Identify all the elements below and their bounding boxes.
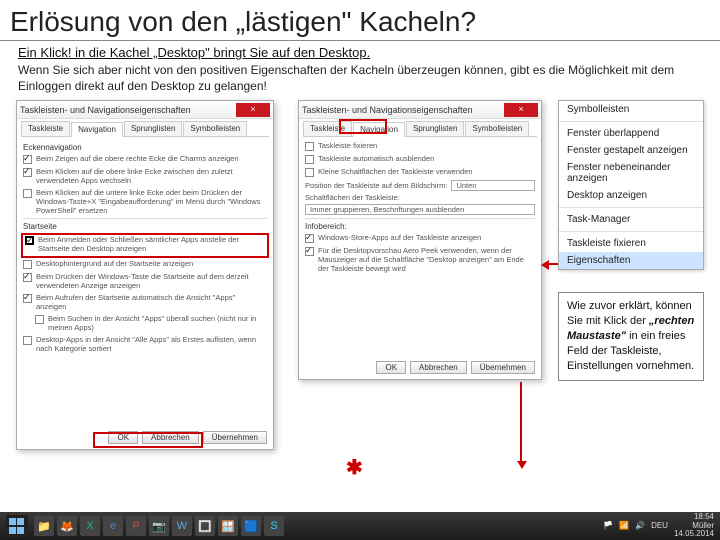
option-label: Beim Drücken der Windows-Taste die Start…: [36, 272, 267, 290]
dialog-title: Taskleisten- und Navigationseigenschafte…: [20, 105, 236, 115]
taskbar-app-icon[interactable]: 🪟: [218, 516, 238, 536]
taskbar-app-icon[interactable]: 📁: [34, 516, 54, 536]
option-label: Desktophintergrund auf der Startseite an…: [36, 259, 193, 268]
explanation-callout: Wie zuvor erklärt, können Sie mit Klick …: [558, 292, 704, 380]
taskbar-app-icon[interactable]: P: [126, 516, 146, 536]
tray-network-icon[interactable]: 📶: [619, 521, 629, 530]
apply-button[interactable]: Übernehmen: [203, 431, 267, 444]
dialog-taskbar-nav-left: Taskleisten- und Navigationseigenschafte…: [16, 100, 274, 450]
arrow-annotation: [544, 263, 558, 265]
tab-taskleiste[interactable]: Taskleiste: [21, 121, 70, 136]
menu-stacked[interactable]: Fenster gestapelt anzeigen: [559, 142, 703, 159]
tray-date: 14.05.2014: [674, 530, 714, 539]
checkbox[interactable]: [23, 155, 32, 164]
checkbox[interactable]: [23, 273, 32, 282]
checkbox[interactable]: [23, 168, 32, 177]
apply-button[interactable]: Übernehmen: [471, 361, 535, 374]
menu-symbolleisten[interactable]: Symbolleisten: [559, 101, 703, 118]
dialog-taskbar-nav-mid: Taskleisten- und Navigationseigenschafte…: [298, 100, 542, 380]
checkbox[interactable]: [23, 189, 32, 198]
slide-body-text: Wenn Sie sich aber nicht von den positiv…: [0, 60, 720, 100]
option-label: Windows-Store-Apps auf der Taskleiste an…: [318, 233, 481, 242]
tab-symbolleisten[interactable]: Symbolleisten: [465, 121, 529, 136]
option-label: Für die Desktopvorschau Aero Peek verwen…: [318, 246, 535, 273]
checkbox[interactable]: [23, 336, 32, 345]
label-position: Position der Taskleiste auf dem Bildschi…: [305, 181, 447, 190]
checkbox[interactable]: [23, 294, 32, 303]
menu-sidebyside[interactable]: Fenster nebeneinander anzeigen: [559, 159, 703, 187]
taskbar-app-icon[interactable]: X: [80, 516, 100, 536]
arrow-annotation: [520, 382, 522, 466]
ok-button[interactable]: OK: [376, 361, 406, 374]
menu-show-desktop[interactable]: Desktop anzeigen: [559, 187, 703, 204]
taskbar-app-icon[interactable]: e: [103, 516, 123, 536]
taskbar-app-icon[interactable]: 🟦: [241, 516, 261, 536]
tab-sprunglisten[interactable]: Sprunglisten: [124, 121, 182, 136]
section-corner-nav: Eckennavigation: [23, 143, 267, 152]
section-start: Startseite: [23, 222, 267, 231]
slide-title: Erlösung von den „lästigen" Kacheln?: [0, 0, 720, 41]
checkbox[interactable]: [23, 260, 32, 269]
option-label: Beim Anmelden oder Schließen sämtlicher …: [38, 235, 265, 253]
tab-sprunglisten[interactable]: Sprunglisten: [406, 121, 464, 136]
menu-taskmanager[interactable]: Task-Manager: [559, 211, 703, 228]
option-label: Kleine Schaltflächen der Taskleiste verw…: [318, 167, 473, 176]
option-label: Beim Aufrufen der Startseite automatisch…: [36, 293, 267, 311]
option-label: Taskleiste automatisch ausblenden: [318, 154, 434, 163]
dialog-title: Taskleisten- und Navigationseigenschafte…: [302, 105, 504, 115]
checkbox[interactable]: [305, 142, 314, 151]
select-group[interactable]: Immer gruppieren, Beschriftungen ausblen…: [305, 204, 535, 215]
checkbox[interactable]: [305, 234, 314, 243]
checkbox[interactable]: [35, 315, 44, 324]
checkbox-highlighted[interactable]: [25, 236, 34, 245]
tray-flag-icon[interactable]: 🏳️: [603, 521, 613, 530]
taskbar-app-icon[interactable]: S: [264, 516, 284, 536]
option-label: Taskleiste fixieren: [318, 141, 377, 150]
option-label: Beim Klicken auf die untere linke Ecke o…: [36, 188, 267, 215]
slide-subtitle: Ein Klick! in die Kachel „Desktop" bring…: [0, 45, 720, 60]
option-label: Desktop-Apps in der Ansicht "Alle Apps" …: [36, 335, 267, 353]
option-label: Beim Zeigen auf die obere rechte Ecke di…: [36, 154, 239, 163]
checkbox[interactable]: [305, 155, 314, 164]
taskbar-app-icon[interactable]: 🦊: [57, 516, 77, 536]
checkbox[interactable]: [305, 168, 314, 177]
taskbar-app-icon[interactable]: 📷: [149, 516, 169, 536]
cancel-button[interactable]: Abbrechen: [410, 361, 467, 374]
taskbar-context-menu: Symbolleisten Fenster überlappend Fenste…: [558, 100, 704, 270]
star-marker-icon: ✱: [346, 455, 363, 480]
close-icon[interactable]: ×: [236, 103, 270, 117]
select-position[interactable]: Unten: [451, 180, 535, 191]
section-info: Infobereich:: [305, 222, 535, 231]
tray-volume-icon[interactable]: 🔊: [635, 521, 645, 530]
windows-taskbar: 📁 🦊 X e P 📷 W 🔳 🪟 🟦 S 🏳️ 📶 🔊 DEU 18:54 M…: [0, 512, 720, 540]
tray-lang[interactable]: DEU: [651, 521, 668, 530]
label-group: Schaltflächen der Taskleiste:: [305, 193, 400, 202]
checkbox[interactable]: [305, 247, 314, 256]
option-label: Beim Suchen in der Ansicht "Apps" überal…: [48, 314, 267, 332]
menu-lock-taskbar[interactable]: Taskleiste fixieren: [559, 235, 703, 252]
tab-symbolleisten[interactable]: Symbolleisten: [183, 121, 247, 136]
taskbar-app-icon[interactable]: W: [172, 516, 192, 536]
tab-navigation[interactable]: Navigation: [71, 122, 123, 137]
close-icon[interactable]: ×: [504, 103, 538, 117]
menu-properties[interactable]: Eigenschaften: [559, 252, 703, 269]
taskbar-app-icon[interactable]: 🔳: [195, 516, 215, 536]
menu-overlap[interactable]: Fenster überlappend: [559, 125, 703, 142]
option-label: Beim Klicken auf die obere linke Ecke zw…: [36, 167, 267, 185]
start-button[interactable]: [6, 515, 28, 537]
